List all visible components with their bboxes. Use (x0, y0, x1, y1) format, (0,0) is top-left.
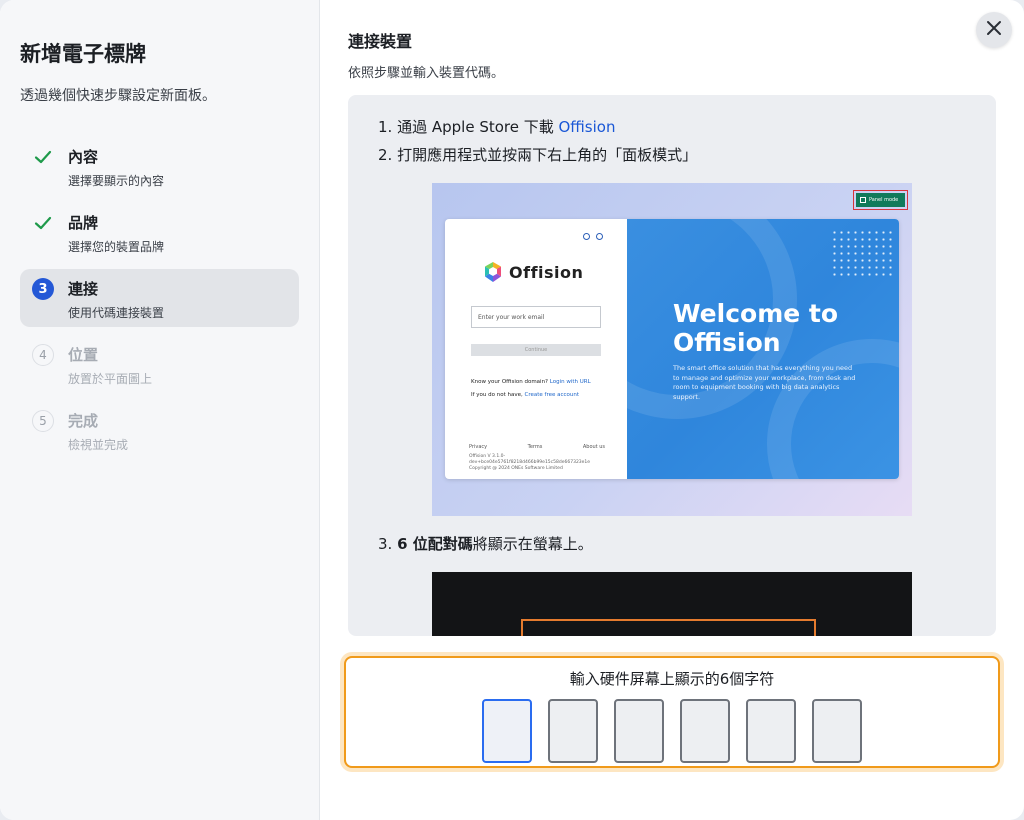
app-footer-links: Privacy Terms About us (469, 444, 605, 450)
step-connect[interactable]: 3 連接 使用代碼連接裝置 (20, 269, 299, 327)
step-label: 內容 (68, 148, 99, 166)
code-input-1[interactable] (482, 699, 532, 763)
code-input-4[interactable] (680, 699, 730, 763)
welcome-heading: Welcome to Offision (673, 299, 839, 357)
pairing-code-screenshot (432, 572, 912, 636)
app-login-card: Offision Enter your work email Continue … (445, 219, 899, 479)
step-number-badge: 4 (32, 344, 54, 366)
code-input-3[interactable] (614, 699, 664, 763)
decorative-circle (767, 339, 899, 479)
main-panel: 連接裝置 依照步驟並輸入裝置代碼。 1. 通過 Apple Store 下載 O… (320, 0, 1024, 820)
welcome-banner: Welcome to Offision The smart office solu… (627, 219, 899, 479)
continue-button: Continue (471, 344, 601, 356)
offision-app-link[interactable]: Offision (559, 118, 616, 136)
step-desc: 選擇您的裝置品牌 (68, 240, 165, 254)
step-label: 連接 (68, 280, 99, 298)
offision-logo: Offision (483, 261, 583, 283)
instruction-step-2: 2. 打開應用程式並按兩下右上角的「面板模式」 (378, 146, 698, 164)
instructions-panel[interactable]: 1. 通過 Apple Store 下載 Offision 2. 打開應用程式並… (348, 95, 996, 636)
code-input-5[interactable] (746, 699, 796, 763)
pairing-code-inputs (346, 699, 998, 763)
panel-mode-highlight: Panel mode (853, 190, 908, 210)
step-desc: 選擇要顯示的內容 (68, 174, 165, 188)
step-finish: 5 完成 檢視並完成 (20, 401, 299, 459)
logo-text: Offision (509, 262, 584, 282)
step-list: 內容 選擇要顯示的內容 品牌 選擇您的裝置品牌 3 連接 使用代碼連接裝置 4 … (20, 137, 299, 459)
app-login-screenshot: Panel mode Offision Enter your work emai… (432, 183, 912, 516)
create-account-text: If you do not have, Create free account (471, 392, 580, 398)
pairing-code-highlight (521, 619, 816, 636)
domain-question: Know your Offision domain? Login with UR… (471, 379, 591, 385)
step-label: 完成 (68, 412, 99, 430)
step-label: 位置 (68, 346, 99, 364)
email-field: Enter your work email (471, 306, 601, 328)
step-desc: 檢視並完成 (68, 438, 129, 452)
add-signage-dialog: 新增電子標牌 透過幾個快速步驟設定新面板。 內容 選擇要顯示的內容 品牌 選擇您… (0, 0, 1024, 820)
code-input-2[interactable] (548, 699, 598, 763)
wizard-title: 新增電子標牌 (20, 42, 146, 66)
step-desc: 放置於平面圖上 (68, 372, 153, 386)
close-button[interactable] (976, 12, 1012, 48)
page-title: 連接裝置 (348, 32, 413, 51)
wizard-subtitle: 透過幾個快速步驟設定新面板。 (20, 88, 216, 104)
globe-icon (583, 233, 590, 240)
welcome-description: The smart office solution that has every… (673, 364, 856, 401)
panel-mode-label: Panel mode (869, 197, 899, 203)
wizard-sidebar: 新增電子標牌 透過幾個快速步驟設定新面板。 內容 選擇要顯示的內容 品牌 選擇您… (0, 0, 320, 820)
pairing-code-label: 輸入硬件屏幕上顯示的6個字符 (569, 670, 775, 688)
instruction-step-3: 3. 6 位配對碼將顯示在螢幕上。 (378, 535, 593, 553)
step-location: 4 位置 放置於平面圖上 (20, 335, 299, 393)
step-content[interactable]: 內容 選擇要顯示的內容 (20, 137, 299, 195)
instruction-text: 1. 通過 Apple Store 下載 (378, 118, 559, 136)
check-icon (32, 212, 54, 234)
step-brand[interactable]: 品牌 選擇您的裝置品牌 (20, 203, 299, 261)
code-input-6[interactable] (812, 699, 862, 763)
app-version: Offision V 3.1.0-dev+bce04e5761f8218d466… (469, 454, 591, 471)
step-desc: 使用代碼連接裝置 (68, 306, 165, 320)
step-label: 品牌 (68, 214, 99, 232)
step-number-badge: 5 (32, 410, 54, 432)
dot-pattern (831, 229, 893, 277)
pairing-code-panel: 輸入硬件屏幕上顯示的6個字符 (344, 656, 1000, 768)
close-icon (986, 20, 1002, 40)
check-icon (32, 146, 54, 168)
page-subtitle: 依照步驟並輸入裝置代碼。 (348, 66, 505, 81)
settings-icon (596, 233, 603, 240)
offision-logo-icon (485, 262, 501, 282)
step-number-badge: 3 (32, 278, 54, 300)
instruction-step-1: 1. 通過 Apple Store 下載 Offision (378, 113, 996, 141)
panel-icon (860, 197, 866, 203)
